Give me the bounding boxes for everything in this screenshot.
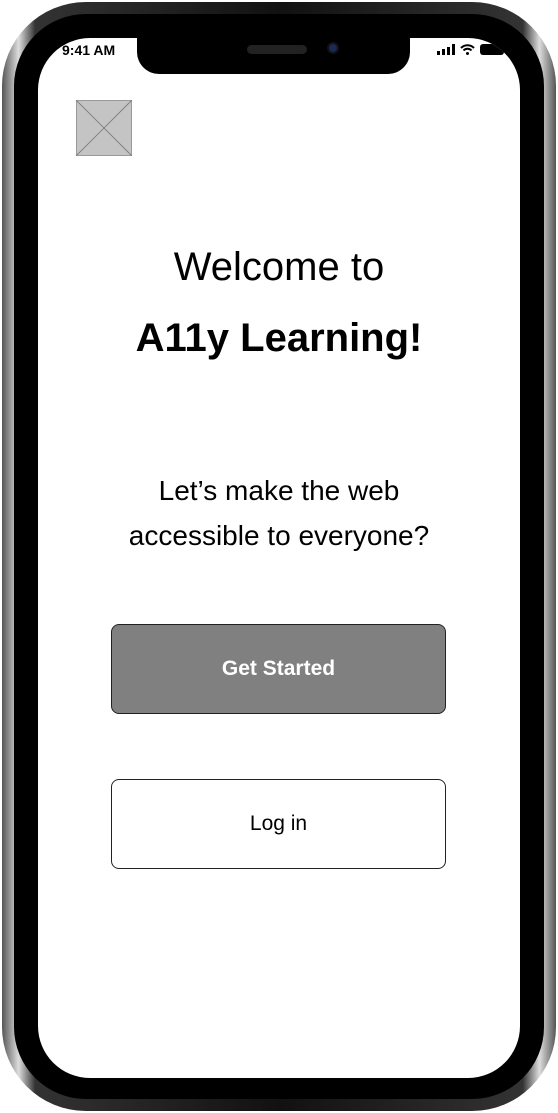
battery-icon [480,44,507,55]
tagline-line-1: Let’s make the web [158,475,400,506]
log-in-button[interactable]: Log in [111,779,446,869]
wifi-icon [460,44,475,55]
notch [137,38,410,74]
status-time: 9:41 AM [62,42,116,58]
get-started-button[interactable]: Get Started [111,624,446,714]
screen: 9:41 AM Welcome to A11y Learning! Let’s … [38,38,520,1078]
signal-icon [437,44,455,55]
logo-placeholder-image [76,100,132,156]
welcome-heading: Welcome to [173,245,385,289]
tagline-line-2: accessible to everyone? [128,520,430,551]
tagline: Let’s make the web accessible to everyon… [38,468,520,558]
status-icons [437,44,507,55]
app-name-heading: A11y Learning! [135,316,423,360]
camera-icon [327,42,339,54]
speaker-icon [247,45,307,54]
